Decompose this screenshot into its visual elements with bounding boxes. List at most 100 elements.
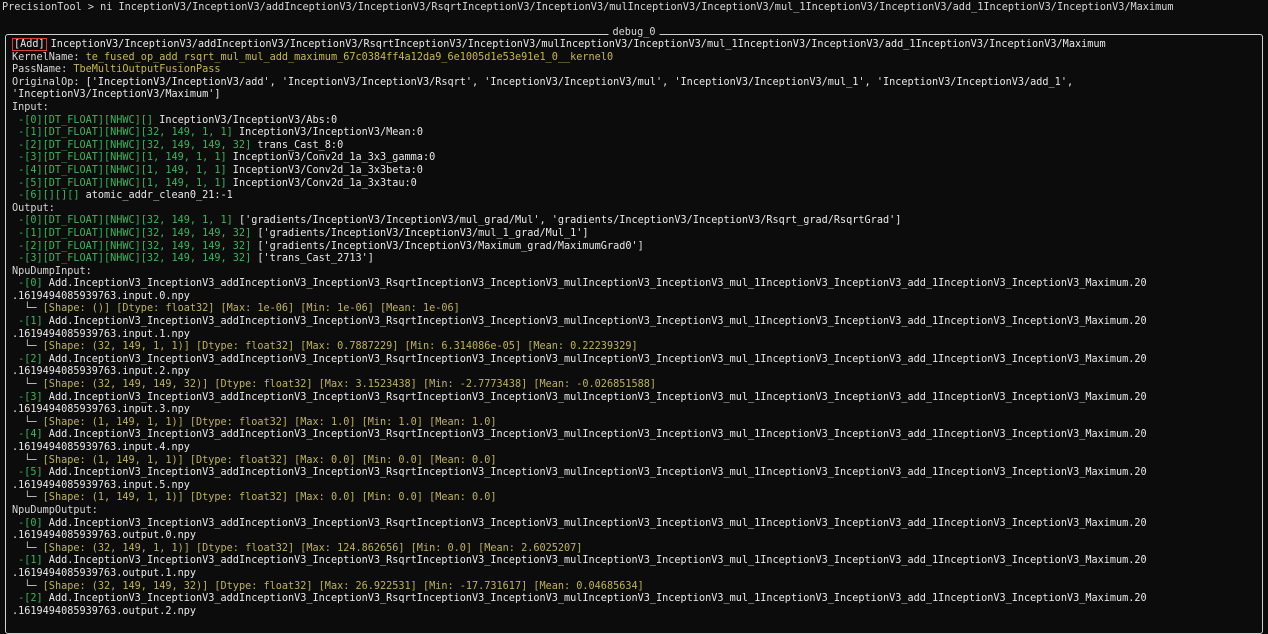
origin-label: OriginalOp: xyxy=(12,76,80,88)
output-row: -[2][DT_FLOAT][NHWC][32, 149, 149, 32] [… xyxy=(12,241,1256,254)
npu-output-file-row: -[0] Add.InceptionV3_InceptionV3_addInce… xyxy=(12,518,1256,531)
npu-input-tree-branch: └─ xyxy=(12,454,43,466)
pass-label: PassName: xyxy=(12,64,68,76)
npu-output-file-cont: .1619494085939763.output.1.npy xyxy=(12,567,197,579)
npu-output-file: Add.InceptionV3_InceptionV3_addInception… xyxy=(42,517,1147,529)
input-tag: -[1][DT_FLOAT][NHWC][32, 149, 1, 1] xyxy=(12,127,233,139)
input-tag: -[2][DT_FLOAT][NHWC][32, 149, 149, 32] xyxy=(12,139,252,151)
npu-input-file: Add.InceptionV3_InceptionV3_addInception… xyxy=(42,391,1147,403)
npu-input-tree-branch: └─ xyxy=(12,492,43,504)
input-name: InceptionV3/Conv2d_1a_3x3_gamma:0 xyxy=(226,152,436,164)
npu-output-stats: [Shape: (32, 149, 149, 32)] [Dtype: floa… xyxy=(42,580,644,592)
output-name: ['trans_Cast_2713'] xyxy=(251,253,374,265)
npu-input-index: -[4] xyxy=(12,429,43,441)
npu-input-stats: [Shape: ()] [Dtype: float32] [Max: 1e-06… xyxy=(42,303,460,315)
debug-panel: debug_0 [Add] InceptionV3/InceptionV3/add… xyxy=(5,27,1263,634)
npu-output-list: -[0] Add.InceptionV3_InceptionV3_addInce… xyxy=(12,518,1256,619)
input-row: -[1][DT_FLOAT][NHWC][32, 149, 1, 1] Ince… xyxy=(12,127,1256,140)
npu-input-stats-row: └─ [Shape: (32, 149, 1, 1)] [Dtype: floa… xyxy=(12,341,1256,354)
npu-input-file-cont: .1619494085939763.input.5.npy xyxy=(12,479,190,491)
output-name: ['gradients/InceptionV3/InceptionV3/mul_… xyxy=(232,215,902,227)
npu-output-file-row: -[1] Add.InceptionV3_InceptionV3_addInce… xyxy=(12,555,1256,568)
npu-input-file: Add.InceptionV3_InceptionV3_addInception… xyxy=(42,429,1147,441)
npu-input-file: Add.InceptionV3_InceptionV3_addInception… xyxy=(42,467,1147,479)
npu-input-file: Add.InceptionV3_InceptionV3_addInception… xyxy=(42,316,1147,328)
command-line[interactable]: PrecisionTool > ni InceptionV3/Inception… xyxy=(2,2,1266,15)
output-row: -[1][DT_FLOAT][NHWC][32, 149, 149, 32] [… xyxy=(12,228,1256,241)
npu-input-stats-row: └─ [Shape: (1, 149, 1, 1)] [Dtype: float… xyxy=(12,417,1256,430)
npu-output-file-row: -[2] Add.InceptionV3_InceptionV3_addInce… xyxy=(12,593,1256,606)
npu-input-file: Add.InceptionV3_InceptionV3_addInception… xyxy=(42,278,1147,290)
npu-input-tree-branch: └─ xyxy=(12,416,43,428)
npu-input-index: -[1] xyxy=(12,316,43,328)
npu-input-index: -[0] xyxy=(12,278,43,290)
npu-output-stats-row: └─ [Shape: (32, 149, 1, 1)] [Dtype: floa… xyxy=(12,543,1256,556)
kernel-row: KernelName: te_fused_op_add_rsqrt_mul_mu… xyxy=(12,52,1256,65)
output-tag: -[3][DT_FLOAT][NHWC][32, 149, 149, 32] xyxy=(12,253,252,265)
npu-output-index: -[0] xyxy=(12,517,43,529)
input-name: atomic_addr_clean0_21:-1 xyxy=(79,190,233,202)
input-tag: -[3][DT_FLOAT][NHWC][1, 149, 1, 1] xyxy=(12,152,227,164)
npu-input-tree-branch: └─ xyxy=(12,341,43,353)
output-row: -[0][DT_FLOAT][NHWC][32, 149, 1, 1] ['gr… xyxy=(12,215,1256,228)
input-name: InceptionV3/Conv2d_1a_3x3tau:0 xyxy=(226,177,417,189)
input-tag: -[4][DT_FLOAT][NHWC][1, 149, 1, 1] xyxy=(12,164,227,176)
npu-input-stats: [Shape: (1, 149, 1, 1)] [Dtype: float32]… xyxy=(42,416,497,428)
npu-input-index: -[3] xyxy=(12,391,43,403)
npu-input-stats: [Shape: (32, 149, 149, 32)] [Dtype: floa… xyxy=(42,379,657,391)
npu-input-file-row: -[4] Add.InceptionV3_InceptionV3_addInce… xyxy=(12,429,1256,442)
npu-input-list: -[0] Add.InceptionV3_InceptionV3_addInce… xyxy=(12,278,1256,505)
panel-content: [Add] InceptionV3/InceptionV3/addInceptio… xyxy=(12,38,1256,619)
npu-output-file-cont: .1619494085939763.output.2.npy xyxy=(12,605,197,617)
output-tag: -[0][DT_FLOAT][NHWC][32, 149, 1, 1] xyxy=(12,215,233,227)
op-type-badge: [Add] xyxy=(12,38,47,51)
output-list: -[0][DT_FLOAT][NHWC][32, 149, 1, 1] ['gr… xyxy=(12,215,1256,265)
npu-input-stats-row: └─ [Shape: ()] [Dtype: float32] [Max: 1e… xyxy=(12,303,1256,316)
npu-input-file-row: -[5] Add.InceptionV3_InceptionV3_addInce… xyxy=(12,467,1256,480)
npu-output-stats-row: └─ [Shape: (32, 149, 149, 32)] [Dtype: f… xyxy=(12,581,1256,594)
npu-output-file: Add.InceptionV3_InceptionV3_addInception… xyxy=(42,593,1147,605)
npu-input-file-cont: .1619494085939763.input.3.npy xyxy=(12,404,190,416)
input-row: -[2][DT_FLOAT][NHWC][32, 149, 149, 32] t… xyxy=(12,140,1256,153)
output-row: -[3][DT_FLOAT][NHWC][32, 149, 149, 32] [… xyxy=(12,253,1256,266)
input-tag: -[6][][][] xyxy=(12,190,80,202)
npu-input-tree-branch: └─ xyxy=(12,379,43,391)
input-tag: -[5][DT_FLOAT][NHWC][1, 149, 1, 1] xyxy=(12,177,227,189)
input-row: -[0][DT_FLOAT][NHWC][] InceptionV3/Incep… xyxy=(12,115,1256,128)
npu-output-tree-branch: └─ xyxy=(12,542,43,554)
input-label: Input: xyxy=(12,101,49,113)
output-tag: -[1][DT_FLOAT][NHWC][32, 149, 149, 32] xyxy=(12,227,252,239)
npu-input-file-row: -[1] Add.InceptionV3_InceptionV3_addInce… xyxy=(12,316,1256,329)
input-tag: -[0][DT_FLOAT][NHWC][] xyxy=(12,114,154,126)
npu-output-index: -[2] xyxy=(12,593,43,605)
panel-title: debug_0 xyxy=(608,27,660,40)
npu-input-file-row: -[3] Add.InceptionV3_InceptionV3_addInce… xyxy=(12,392,1256,405)
npu-input-file: Add.InceptionV3_InceptionV3_addInception… xyxy=(42,353,1147,365)
origin-value: ['InceptionV3/InceptionV3/add', 'Incepti… xyxy=(12,76,1080,101)
npu-output-file-cont: .1619494085939763.output.0.npy xyxy=(12,530,197,542)
npu-output-tree-branch: └─ xyxy=(12,580,43,592)
output-label: Output: xyxy=(12,202,55,214)
npu-input-file-cont: .1619494085939763.input.2.npy xyxy=(12,366,190,378)
input-name: InceptionV3/InceptionV3/Abs:0 xyxy=(153,114,338,126)
output-name: ['gradients/InceptionV3/InceptionV3/mul_… xyxy=(251,227,589,239)
input-row: -[3][DT_FLOAT][NHWC][1, 149, 1, 1] Incep… xyxy=(12,152,1256,165)
npu-input-file-cont: .1619494085939763.input.0.npy xyxy=(12,290,190,302)
npu-input-stats-row: └─ [Shape: (32, 149, 149, 32)] [Dtype: f… xyxy=(12,379,1256,392)
npu-output-index: -[1] xyxy=(12,555,43,567)
output-name: ['gradients/InceptionV3/InceptionV3/Maxi… xyxy=(251,240,644,252)
npu-input-index: -[2] xyxy=(12,353,43,365)
input-row: -[5][DT_FLOAT][NHWC][1, 149, 1, 1] Incep… xyxy=(12,178,1256,191)
npu-input-label: NpuDumpInput: xyxy=(12,265,92,277)
op-header: [Add] InceptionV3/InceptionV3/addInceptio… xyxy=(12,38,1256,52)
npu-input-file-cont: .1619494085939763.input.4.npy xyxy=(12,442,190,453)
npu-input-stats: [Shape: (1, 149, 1, 1)] [Dtype: float32]… xyxy=(42,454,497,466)
npu-input-index: -[5] xyxy=(12,467,43,479)
pass-value: TbeMultiOutputFusionPass xyxy=(73,64,221,76)
input-list: -[0][DT_FLOAT][NHWC][] InceptionV3/Incep… xyxy=(12,115,1256,203)
npu-output-label: NpuDumpOutput: xyxy=(12,504,98,516)
input-name: InceptionV3/InceptionV3/Mean:0 xyxy=(232,127,423,139)
origin-row: OriginalOp: ['InceptionV3/InceptionV3/ad… xyxy=(12,77,1256,102)
input-row: -[6][][][] atomic_addr_clean0_21:-1 xyxy=(12,190,1256,203)
npu-input-tree-branch: └─ xyxy=(12,303,43,315)
